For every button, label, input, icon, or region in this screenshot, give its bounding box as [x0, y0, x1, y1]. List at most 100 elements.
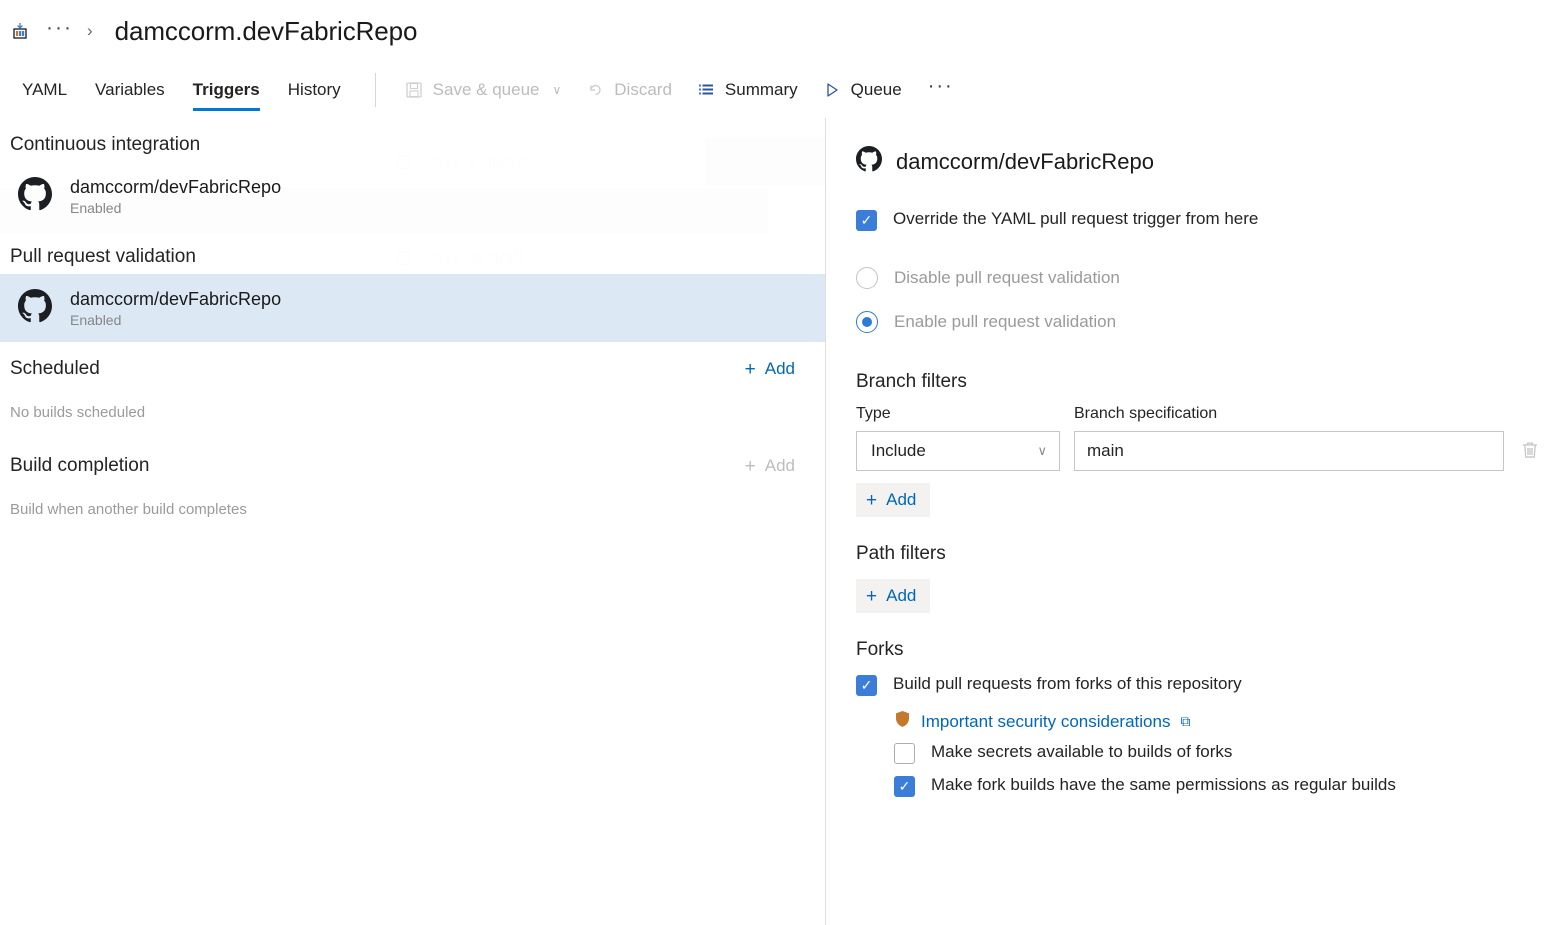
section-header-scheduled: Scheduled + Add	[0, 342, 825, 386]
shield-icon	[894, 710, 911, 733]
build-from-forks-label: Build pull requests from forks of this r…	[893, 673, 1242, 695]
branch-filter-type-value: Include	[871, 441, 926, 461]
add-scheduled-label: Add	[765, 359, 795, 379]
breadcrumb: ··· › damccorm.devFabricRepo	[0, 0, 1565, 62]
add-path-filter-button[interactable]: + Add	[856, 579, 930, 613]
check-icon: ✓	[861, 678, 873, 692]
enable-pr-validation-label: Enable pull request validation	[894, 312, 1116, 332]
list-icon	[696, 80, 716, 100]
add-scheduled-trigger-button[interactable]: + Add	[745, 359, 795, 379]
tab-list: YAML Variables Triggers History	[8, 62, 355, 118]
trigger-status: Enabled	[70, 312, 281, 328]
play-icon	[822, 80, 842, 100]
tab-triggers[interactable]: Triggers	[179, 62, 274, 118]
plus-icon: +	[745, 457, 756, 476]
breadcrumb-chevron-icon: ›	[85, 21, 101, 41]
tab-yaml-label: YAML	[22, 80, 67, 100]
discard-label: Discard	[614, 80, 672, 100]
summary-label: Summary	[725, 80, 798, 100]
pipeline-icon[interactable]	[6, 17, 34, 45]
tab-history[interactable]: History	[274, 62, 355, 118]
trash-icon[interactable]	[1518, 438, 1544, 464]
github-icon	[18, 289, 52, 328]
queue-label: Queue	[851, 80, 902, 100]
fork-builds-permissions-label: Make fork builds have the same permissio…	[931, 774, 1396, 796]
main-content: Continuous integration damccorm/devFabri…	[0, 118, 1565, 925]
add-branch-filter-button[interactable]: + Add	[856, 483, 930, 517]
disable-pr-validation-radio[interactable]	[856, 267, 878, 289]
trigger-row-pull-request-validation[interactable]: damccorm/devFabricRepo Enabled	[0, 274, 825, 342]
plus-icon: +	[745, 360, 756, 379]
branch-specification-value: main	[1087, 441, 1124, 461]
trigger-details-pane: damccorm/devFabricRepo ✓ Override the YA…	[826, 118, 1565, 925]
save-icon	[404, 80, 424, 100]
trigger-status: Enabled	[70, 200, 281, 216]
override-yaml-trigger-label: Override the YAML pull request trigger f…	[893, 208, 1258, 230]
disable-pr-validation-label: Disable pull request validation	[894, 268, 1120, 288]
security-considerations-label: Important security considerations	[921, 712, 1170, 732]
enable-pr-validation-radio[interactable]	[856, 311, 878, 333]
build-from-forks-checkbox[interactable]: ✓	[856, 675, 877, 696]
plus-icon: +	[866, 587, 877, 606]
github-icon	[856, 146, 882, 178]
external-link-icon: ⧉	[1180, 713, 1190, 730]
triggers-list-pane: Continuous integration damccorm/devFabri…	[0, 118, 826, 925]
chevron-down-icon[interactable]: ∨	[552, 83, 561, 97]
branch-filter-type-field: Type Include ∨	[856, 405, 1060, 471]
security-considerations-link[interactable]: Important security considerations ⧉	[894, 710, 1190, 733]
build-from-forks-row[interactable]: ✓ Build pull requests from forks of this…	[856, 673, 1565, 696]
toolbar: YAML Variables Triggers History Save & q…	[0, 62, 1565, 118]
github-icon	[18, 177, 52, 216]
branch-specification-field: Branch specification main	[1074, 405, 1504, 471]
build-completion-empty-note: Build when another build completes	[0, 483, 825, 518]
disable-pr-validation-row[interactable]: Disable pull request validation	[856, 259, 1565, 297]
trigger-name: damccorm/devFabricRepo	[70, 289, 281, 310]
section-heading-continuous-integration: Continuous integration	[0, 118, 825, 162]
trigger-row-text: damccorm/devFabricRepo Enabled	[70, 177, 281, 216]
check-icon: ✓	[861, 213, 873, 227]
section-heading-scheduled: Scheduled	[10, 358, 100, 380]
summary-button[interactable]: Summary	[686, 74, 808, 106]
trigger-row-continuous-integration[interactable]: damccorm/devFabricRepo Enabled	[0, 162, 825, 230]
path-filters-heading: Path filters	[856, 543, 1565, 565]
enable-pr-validation-row[interactable]: Enable pull request validation	[856, 303, 1565, 341]
toolbar-more-button[interactable]: ···	[916, 74, 966, 106]
branch-specification-input[interactable]: main	[1074, 431, 1504, 471]
branch-filter-type-select[interactable]: Include ∨	[856, 431, 1060, 471]
override-yaml-trigger-row[interactable]: ✓ Override the YAML pull request trigger…	[856, 208, 1565, 231]
make-secrets-available-checkbox[interactable]	[894, 743, 915, 764]
section-heading-pull-request-validation: Pull request validation	[0, 230, 825, 274]
section-heading-build-completion: Build completion	[10, 455, 149, 477]
trigger-name: damccorm/devFabricRepo	[70, 177, 281, 198]
details-title-label: damccorm/devFabricRepo	[896, 149, 1154, 175]
check-icon: ✓	[899, 779, 911, 793]
discard-button[interactable]: Discard	[575, 74, 682, 106]
branch-filter-row: Type Include ∨ Branch specification main	[856, 405, 1565, 471]
tab-variables-label: Variables	[95, 80, 165, 100]
page-title: damccorm.devFabricRepo	[103, 16, 418, 47]
tab-yaml[interactable]: YAML	[8, 62, 81, 118]
tab-variables[interactable]: Variables	[81, 62, 179, 118]
tab-triggers-label: Triggers	[193, 80, 260, 100]
branch-filters-heading: Branch filters	[856, 371, 1565, 393]
tab-history-label: History	[288, 80, 341, 100]
trigger-row-text: damccorm/devFabricRepo Enabled	[70, 289, 281, 328]
branch-filter-type-label: Type	[856, 405, 1060, 423]
queue-button[interactable]: Queue	[812, 74, 912, 106]
override-yaml-trigger-checkbox[interactable]: ✓	[856, 210, 877, 231]
plus-icon: +	[866, 491, 877, 510]
chevron-down-icon: ∨	[1037, 443, 1047, 459]
forks-heading: Forks	[856, 639, 1565, 661]
make-secrets-available-label: Make secrets available to builds of fork…	[931, 741, 1232, 763]
details-title: damccorm/devFabricRepo	[856, 146, 1565, 178]
add-build-completion-trigger-button[interactable]: + Add	[745, 456, 795, 476]
breadcrumb-overflow[interactable]: ···	[36, 17, 83, 46]
add-branch-filter-label: Add	[886, 490, 916, 510]
fork-builds-permissions-checkbox[interactable]: ✓	[894, 776, 915, 797]
make-secrets-available-row[interactable]: Make secrets available to builds of fork…	[894, 741, 1565, 764]
fork-builds-permissions-row[interactable]: ✓ Make fork builds have the same permiss…	[894, 774, 1565, 797]
add-path-filter-label: Add	[886, 586, 916, 606]
radio-dot-icon	[862, 317, 872, 327]
undo-icon	[585, 80, 605, 100]
save-and-queue-button[interactable]: Save & queue ∨	[394, 74, 572, 106]
